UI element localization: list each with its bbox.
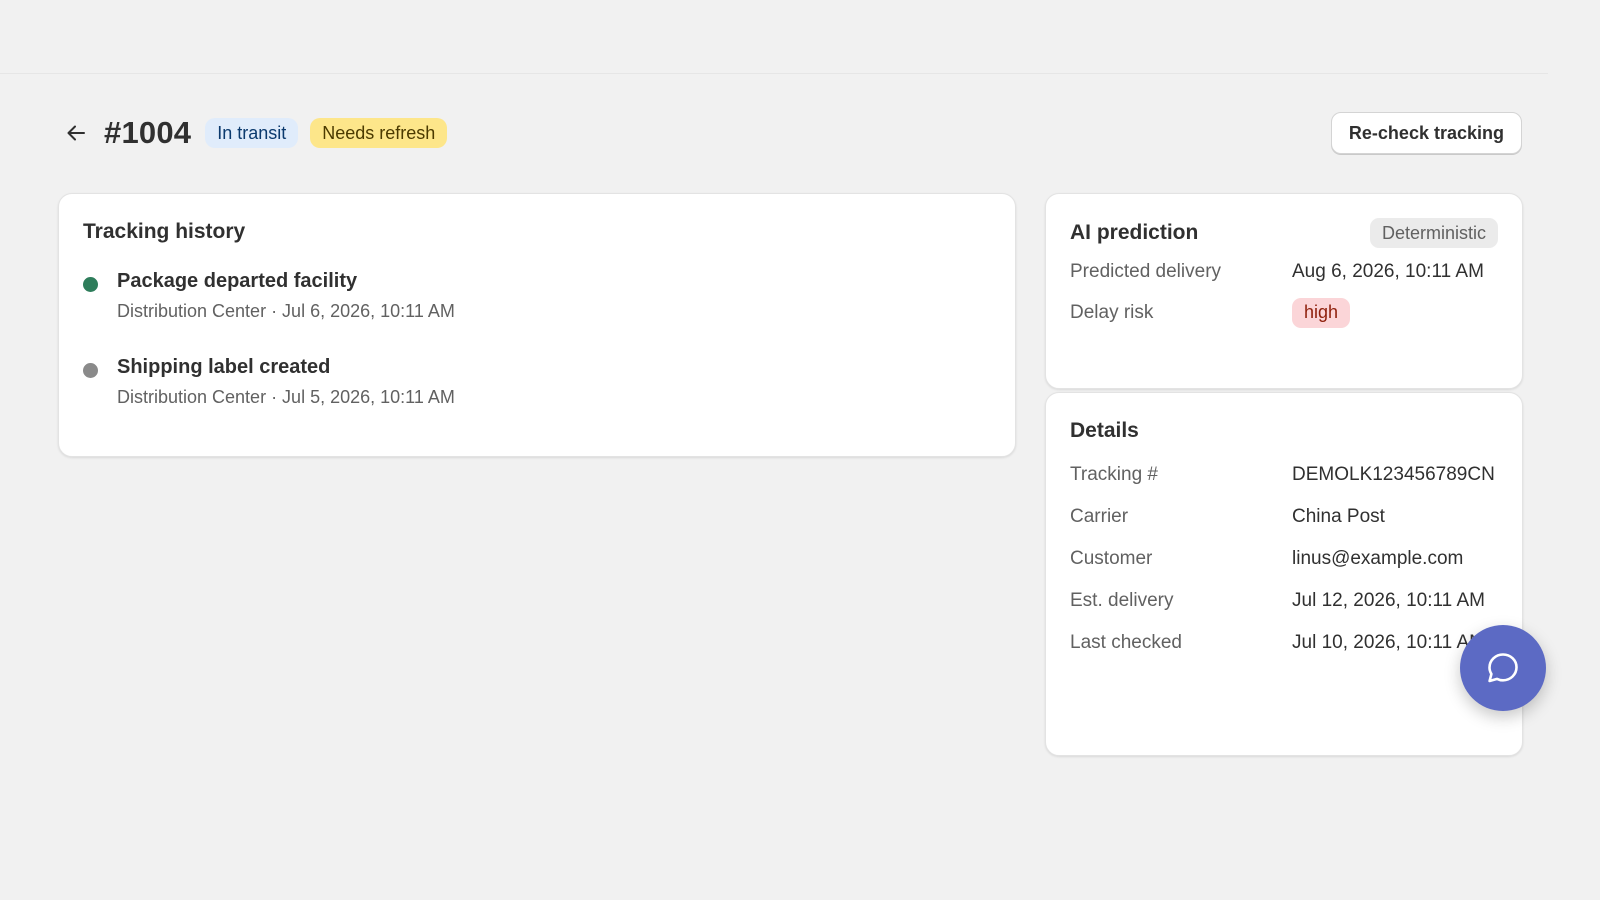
detail-row: Carrier China Post bbox=[1070, 501, 1498, 532]
detail-row: Est. delivery Jul 12, 2026, 10:11 AM bbox=[1070, 585, 1498, 616]
row-value: Aug 6, 2026, 10:11 AM bbox=[1292, 261, 1484, 282]
mode-badge: Deterministic bbox=[1369, 218, 1498, 248]
row-value: Jul 12, 2026, 10:11 AM bbox=[1292, 590, 1485, 611]
back-button[interactable] bbox=[58, 115, 94, 151]
timeline-event: Shipping label created Distribution Cent… bbox=[83, 354, 991, 410]
chat-button[interactable] bbox=[1460, 625, 1546, 711]
status-dot-icon bbox=[83, 363, 98, 378]
row-value: DEMOLK123456789CN bbox=[1292, 464, 1495, 485]
tracking-history-card: Tracking history Package departed facili… bbox=[58, 193, 1016, 457]
predicted-delivery-row: Predicted delivery Aug 6, 2026, 10:11 AM bbox=[1070, 256, 1498, 287]
ai-prediction-title: AI prediction bbox=[1070, 221, 1199, 244]
page-title: #1004 bbox=[104, 115, 192, 150]
row-label: Delay risk bbox=[1070, 302, 1154, 323]
delay-risk-badge: high bbox=[1292, 297, 1351, 328]
detail-row: Last checked Jul 10, 2026, 10:11 AM bbox=[1070, 627, 1498, 658]
event-title: Package departed facility bbox=[117, 270, 358, 292]
row-label: Predicted delivery bbox=[1070, 261, 1222, 282]
tracking-history-title: Tracking history bbox=[83, 220, 246, 243]
event-subtitle: Distribution Center · Jul 5, 2026, 10:11… bbox=[117, 387, 455, 407]
row-label: Last checked bbox=[1070, 632, 1182, 653]
details-title: Details bbox=[1070, 419, 1139, 442]
top-bar bbox=[0, 0, 1548, 74]
status-dot-icon bbox=[83, 277, 98, 292]
detail-row: Customer linus@example.com bbox=[1070, 543, 1498, 574]
row-label: Est. delivery bbox=[1070, 590, 1174, 611]
detail-row: Tracking # DEMOLK123456789CN bbox=[1070, 459, 1498, 490]
delay-risk-row: Delay risk high bbox=[1070, 297, 1498, 328]
row-value: Jul 10, 2026, 10:11 AM bbox=[1292, 632, 1485, 653]
event-title: Shipping label created bbox=[117, 356, 331, 378]
timeline-event: Package departed facility Distribution C… bbox=[83, 268, 991, 324]
refresh-badge: Needs refresh bbox=[310, 118, 448, 148]
event-subtitle: Distribution Center · Jul 6, 2026, 10:11… bbox=[117, 301, 455, 321]
row-value: China Post bbox=[1292, 506, 1385, 527]
row-label: Tracking # bbox=[1070, 464, 1158, 485]
status-badge: In transit bbox=[205, 118, 299, 148]
page-header: #1004 In transit Needs refresh Re-check … bbox=[58, 108, 1522, 158]
recheck-tracking-button[interactable]: Re-check tracking bbox=[1330, 112, 1522, 154]
chat-bubble-icon bbox=[1488, 653, 1518, 683]
row-label: Customer bbox=[1070, 548, 1153, 569]
ai-prediction-card: AI prediction Deterministic Predicted de… bbox=[1045, 193, 1523, 389]
row-value: linus@example.com bbox=[1292, 548, 1464, 569]
row-label: Carrier bbox=[1070, 506, 1129, 527]
details-card: Details Tracking # DEMOLK123456789CN Car… bbox=[1045, 392, 1523, 756]
arrow-left-icon bbox=[67, 125, 85, 141]
